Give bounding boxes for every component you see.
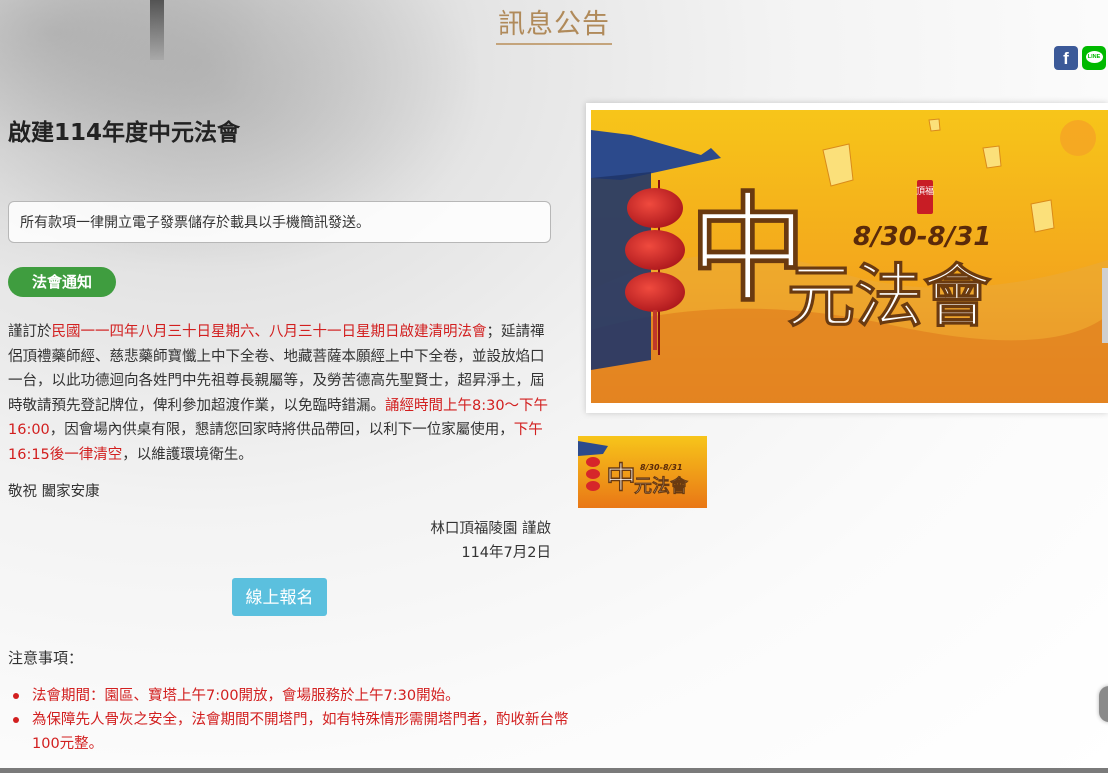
signature-date: 114年7月2日 — [461, 545, 551, 561]
thumbnail-title-big: 中 — [606, 461, 636, 496]
red-lantern-icon — [586, 457, 600, 467]
thumbnail-dates: 8/30-8/31 — [640, 463, 683, 472]
list-item: 為保障先人骨灰之安全，法會期間不開塔門，如有特殊情形需開塔門者，酌收新台幣100… — [13, 708, 592, 756]
list-item: 法會期間：園區、寶塔上午7:00開放，會場服務於上午7:30開始。 — [13, 684, 592, 708]
body-highlight-date: 民國一一四年八月三十日星期六、八月三十一日星期日啟建清明法會 — [51, 324, 487, 340]
notes-title: 注意事項： — [8, 649, 84, 667]
body-part: ，以維護環境衛生。 — [122, 446, 253, 463]
closing-greeting: 敬祝 闔家安康 — [8, 484, 100, 500]
sky-lantern-icon — [1030, 199, 1055, 233]
seal-text: 頂福 — [916, 185, 934, 197]
article-title: 啟建114年度中元法會 — [8, 120, 241, 146]
seal-stamp — [917, 180, 933, 214]
page-edge-strip — [1102, 268, 1108, 343]
thumbnail-title-rest: 元法會 — [634, 475, 689, 497]
signer-name: 林口頂福陵園 謹啟 — [430, 521, 551, 537]
notes-list: 法會期間：園區、寶塔上午7:00開放，會場服務於上午7:30開始。 為保障先人骨… — [8, 684, 592, 756]
scroll-to-top-button[interactable] — [1099, 686, 1108, 722]
banner-thumbnail[interactable]: 8/30-8/31 中 元法會 — [578, 436, 707, 508]
page-title-text: 訊息公告 — [496, 2, 612, 45]
facebook-icon: f — [1063, 49, 1069, 68]
banner-dates: 8/30-8/31 — [853, 222, 991, 252]
banner-title-rest: 元法會 — [787, 257, 992, 337]
ceremony-banner-image[interactable]: 頂福 8/30-8/31 中 元法會 — [591, 110, 1108, 403]
invoice-notice: 所有款項一律開立電子發票儲存於載具以手機簡訊發送。 — [8, 201, 551, 243]
facebook-share-button[interactable]: f — [1054, 46, 1078, 70]
line-icon: LINE — [1085, 51, 1103, 63]
online-signup-button[interactable]: 線上報名 — [232, 578, 327, 616]
article-body: 謹訂於民國一一四年八月三十日星期六、八月三十一日星期日啟建清明法會；延請禪侶頂禮… — [8, 320, 558, 467]
red-lantern-icon — [627, 188, 683, 228]
red-lantern-icon — [586, 481, 600, 491]
page-title: 訊息公告 — [0, 2, 1108, 45]
red-lantern-icon — [625, 272, 685, 312]
red-lantern-icon — [586, 469, 600, 479]
sun-icon — [1060, 120, 1096, 156]
ceremony-notice-badge: 法會通知 — [8, 267, 116, 297]
line-share-button[interactable]: LINE — [1082, 46, 1106, 70]
red-lantern-icon — [625, 230, 685, 270]
signature-block: 林口頂福陵園 謹啟 114年7月2日 — [430, 517, 551, 565]
bottom-rule — [0, 768, 1108, 773]
sky-lantern-icon — [928, 118, 941, 132]
body-part: 謹訂於 — [8, 324, 52, 340]
body-part: ，因會場內供桌有限，懇請您回家時將供品帶回，以利下一位家屬使用， — [49, 422, 514, 438]
